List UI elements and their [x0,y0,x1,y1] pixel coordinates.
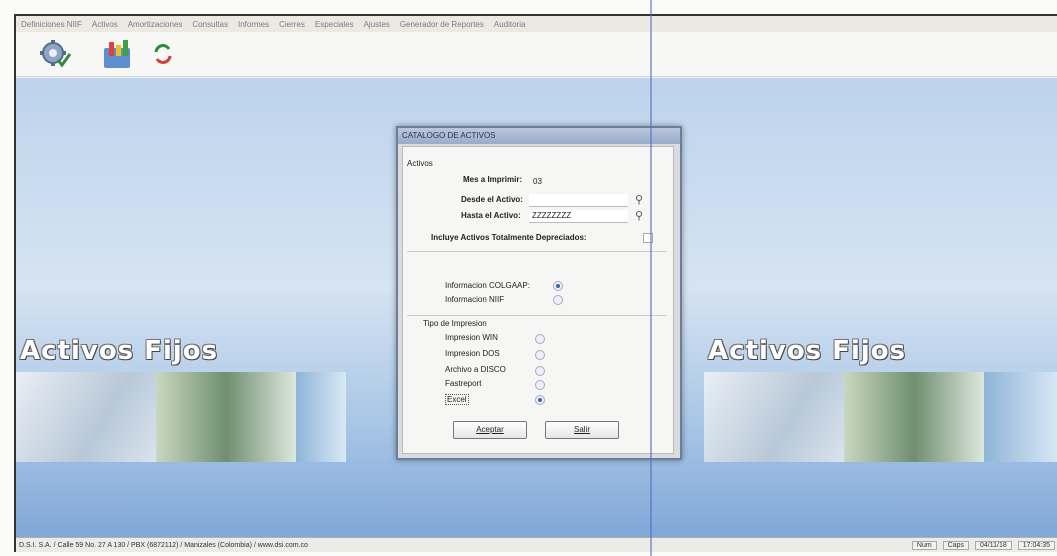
print-dos-label: Impresion DOS [445,349,500,358]
catalog-dialog: CATALOGO DE ACTIVOS Activos Mes a Imprim… [396,126,682,460]
print-fastreport-radio[interactable] [535,380,545,390]
mes-value[interactable]: 03 [533,177,542,186]
info-colgaap-radio[interactable] [553,281,563,291]
print-disco-label: Archivo a DISCO [445,365,506,374]
hasta-field[interactable]: ZZZZZZZZ [529,210,628,223]
dialog-title: CATALOGO DE ACTIVOS [398,128,680,144]
caps-lock-indicator: Caps [942,540,970,550]
reports-icon[interactable] [100,38,134,70]
exit-button[interactable]: Salir [545,421,619,439]
print-fastreport-label: Fastreport [445,379,482,388]
banner-title-right: Activos Fijos [708,336,907,366]
menu-consultas[interactable]: Consultas [187,20,233,29]
menu-activos[interactable]: Activos [87,20,123,29]
hasta-label: Hasta el Activo: [461,211,521,220]
hasta-lookup-icon[interactable]: ⚲ [635,209,643,222]
divider [407,315,667,316]
desde-lookup-icon[interactable]: ⚲ [635,193,643,206]
menu-generador[interactable]: Generador de Reportes [395,20,489,29]
banner-image-left [16,372,346,462]
status-bar: D.S.I. S.A. / Calle 59 No. 27 A 130 / PB… [16,537,1057,552]
info-colgaap-label: Informacion COLGAAP: [445,281,530,290]
accept-button[interactable]: Aceptar [453,421,527,439]
banner-title-left: Activos Fijos [20,336,219,366]
menu-auditoria[interactable]: Auditoria [489,20,531,29]
section-activos: Activos [407,159,433,168]
screen: Definiciones NIIF Activos Amortizaciones… [0,0,1057,556]
print-win-label: Impresion WIN [445,333,498,342]
menu-ajustes[interactable]: Ajustes [359,20,395,29]
incluye-label: Incluye Activos Totalmente Depreciados: [431,233,587,242]
banner-right: Activos Fijos [704,336,1057,462]
menu-informes[interactable]: Informes [233,20,274,29]
refresh-icon[interactable] [146,38,180,70]
menu-especiales[interactable]: Especiales [310,20,359,29]
desde-field[interactable] [529,194,628,207]
banner-left: Activos Fijos [16,336,346,462]
company-info: D.S.I. S.A. / Calle 59 No. 27 A 130 / PB… [19,541,308,549]
desde-label: Desde el Activo: [461,195,523,204]
menu-amortizaciones[interactable]: Amortizaciones [123,20,188,29]
print-excel-label: Excel [445,394,469,405]
banner-image-right [704,372,1057,462]
print-excel-radio[interactable] [535,395,545,405]
info-niif-label: Informacion NIIF [445,295,505,304]
dialog-body: Activos Mes a Imprimir: 03 Desde el Acti… [402,146,674,454]
print-win-radio[interactable] [535,334,545,344]
status-date: 04/11/18 [975,540,1012,550]
num-lock-indicator: Num [911,540,937,550]
mes-label: Mes a Imprimir: [463,175,523,184]
menu-bar: Definiciones NIIF Activos Amortizaciones… [16,16,1057,32]
settings-icon[interactable] [38,38,72,70]
section-tipo: Tipo de Impresion [423,319,487,328]
divider [407,251,667,252]
print-disco-radio[interactable] [535,366,545,376]
scan-artifact-line [650,0,652,556]
toolbar [16,32,1057,77]
info-niif-radio[interactable] [553,295,563,305]
status-time: 17:04:35 [1017,540,1055,550]
menu-cierres[interactable]: Cierres [274,20,310,29]
menu-definiciones[interactable]: Definiciones NIIF [16,20,87,29]
print-dos-radio[interactable] [535,350,545,360]
